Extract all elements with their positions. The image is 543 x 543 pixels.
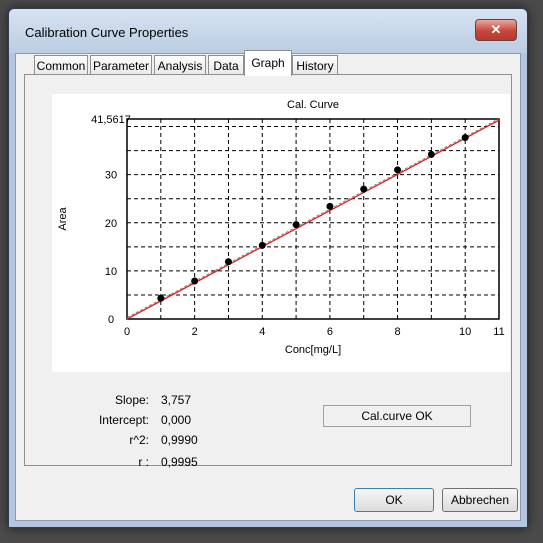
data-point — [326, 202, 334, 210]
data-point — [292, 221, 300, 229]
ok-button[interactable]: OK — [354, 488, 434, 512]
intercept-value: 0,000 — [161, 413, 192, 427]
x-axis-label: Conc[mg/L] — [285, 344, 341, 356]
tab-history[interactable]: History — [292, 55, 338, 75]
r-value: 0,9995 — [161, 455, 198, 469]
chart-title: Cal. Curve — [287, 99, 339, 111]
tab-data[interactable]: Data — [208, 55, 244, 75]
r2-value: 0,9990 — [161, 433, 198, 447]
window-title: Calibration Curve Properties — [25, 25, 189, 40]
calibration-chart-svg: Cal. Curve 0 2 4 6 8 10 11 0 10 20 30 41,5617 Conc[mg… — [57, 99, 505, 356]
tab-analysis[interactable]: Analysis — [154, 55, 206, 75]
slope-value: 3,757 — [161, 393, 192, 407]
data-point — [394, 166, 402, 174]
data-point — [360, 185, 368, 193]
data-point — [224, 258, 232, 266]
graph-tab-panel: Cal. Curve 0 2 4 6 8 10 11 0 10 20 30 41,5617 Conc[mg… — [24, 74, 512, 469]
y-tick-label: 0 — [108, 314, 114, 326]
data-point — [427, 150, 435, 158]
intercept-label: Intercept: — [98, 413, 149, 427]
title-bar[interactable]: Calibration Curve Properties ✕ — [9, 9, 527, 53]
x-tick-label: 4 — [259, 326, 265, 338]
y-axis-label: Area — [57, 207, 69, 231]
tab-parameter[interactable]: Parameter — [90, 55, 152, 75]
data-point — [191, 277, 199, 285]
tab-graph[interactable]: Graph — [244, 50, 292, 76]
y-tick-label: 41,5617 — [91, 114, 131, 126]
x-tick-label: 8 — [394, 326, 400, 338]
dialog-window: Calibration Curve Properties ✕ Common Pa… — [8, 8, 528, 528]
close-icon: ✕ — [490, 22, 502, 37]
x-tick-label: 11 — [493, 326, 504, 338]
x-tick-label: 6 — [327, 326, 333, 338]
calibration-chart: Cal. Curve 0 2 4 6 8 10 11 0 10 20 30 41,5617 Conc[mg… — [52, 94, 510, 372]
y-tick-label: 10 — [105, 266, 117, 278]
dialog-client-area: Common Parameter Analysis Data Graph His… — [15, 50, 521, 521]
data-point — [461, 134, 469, 142]
y-tick-label: 30 — [105, 170, 117, 182]
x-tick-label: 2 — [192, 326, 198, 338]
r2-label: r^2: — [129, 433, 149, 447]
cancel-button[interactable]: Abbrechen — [442, 488, 518, 512]
y-tick-label: 20 — [105, 218, 117, 230]
tab-common[interactable]: Common — [34, 55, 88, 75]
slope-label: Slope: — [114, 393, 149, 407]
x-tick-label: 10 — [459, 326, 471, 338]
data-point — [157, 294, 165, 302]
calibration-status-box: Cal.curve OK — [323, 405, 471, 427]
fit-line — [126, 119, 500, 320]
fit-line-shadow — [126, 118, 500, 318]
x-tick-label: 0 — [124, 326, 130, 338]
data-point — [258, 241, 266, 249]
close-button[interactable]: ✕ — [475, 19, 517, 41]
r-label: r : — [138, 455, 149, 469]
